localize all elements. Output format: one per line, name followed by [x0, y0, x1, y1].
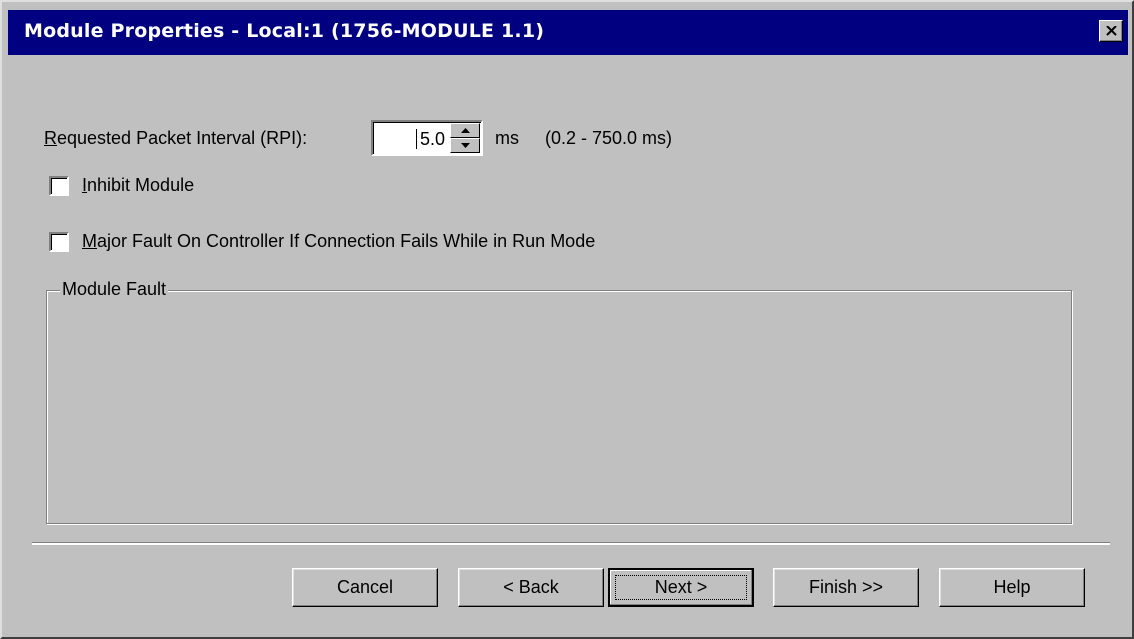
spin-down-button[interactable] [450, 138, 480, 153]
inhibit-module-checkbox[interactable] [49, 176, 69, 196]
major-fault-label[interactable]: Major Fault On Controller If Connection … [82, 231, 595, 252]
focus-rect [615, 575, 747, 600]
arrow-up-icon [461, 128, 470, 133]
next-button[interactable]: Next > [608, 568, 754, 607]
cancel-button[interactable]: Cancel [292, 568, 438, 607]
module-fault-groupbox [46, 290, 1072, 524]
rpi-value: 5.0 [419, 129, 445, 149]
finish-button[interactable]: Finish >> [773, 568, 919, 607]
text-caret [416, 129, 417, 149]
close-icon [1106, 26, 1117, 36]
help-button[interactable]: Help [939, 568, 1085, 607]
rpi-spinner[interactable] [450, 123, 480, 154]
rpi-input[interactable]: 5.0 [371, 120, 483, 156]
separator [32, 542, 1110, 545]
rpi-unit: ms [495, 128, 519, 148]
back-button[interactable]: < Back [458, 568, 604, 607]
rpi-label: Requested Packet Interval (RPI): [44, 128, 308, 148]
module-properties-dialog: Module Properties - Local:1 (1756-MODULE… [0, 0, 1134, 639]
title-bar[interactable]: Module Properties - Local:1 (1756-MODULE… [8, 10, 1128, 55]
major-fault-checkbox[interactable] [49, 232, 69, 252]
rpi-range: (0.2 - 750.0 ms) [545, 128, 673, 148]
arrow-down-icon [461, 143, 470, 148]
window-title: Module Properties - Local:1 (1756-MODULE… [24, 20, 545, 42]
module-fault-label: Module Fault [60, 279, 169, 300]
inhibit-module-label[interactable]: Inhibit Module [82, 175, 194, 196]
spin-up-button[interactable] [450, 123, 480, 138]
close-button[interactable] [1099, 20, 1123, 42]
